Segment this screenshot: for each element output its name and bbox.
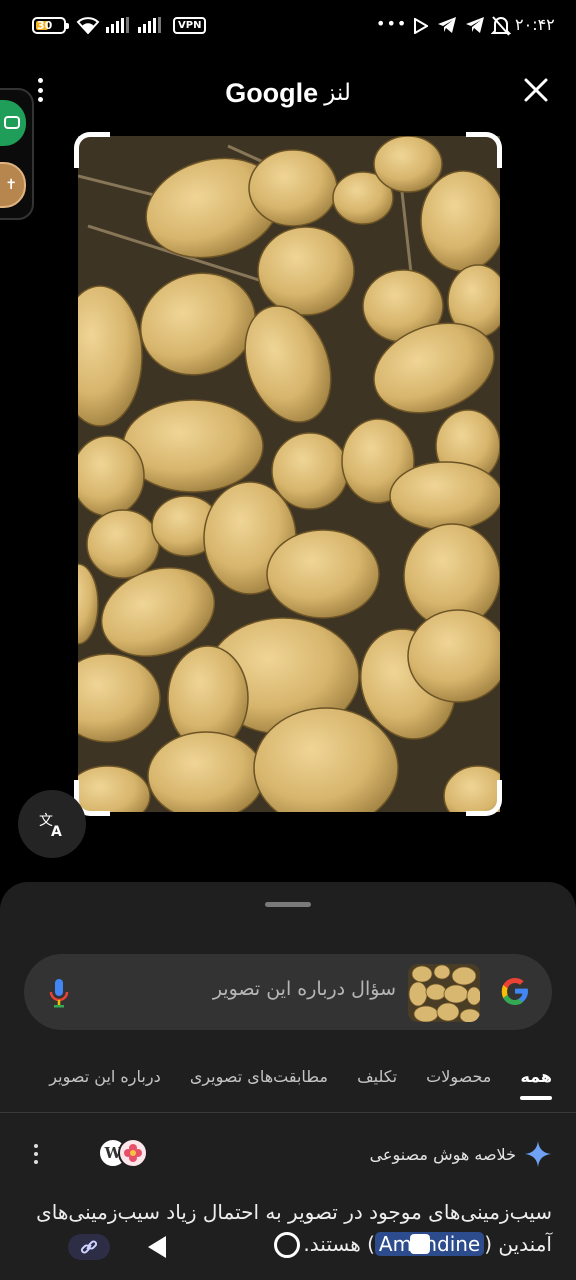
tab-visual-matches[interactable]: مطابقت‌های تصویری [178, 1060, 340, 1100]
search-image-thumbnail[interactable] [408, 964, 480, 1022]
crop-handle-bottom-right[interactable] [466, 780, 502, 816]
title-google-text: Google [225, 77, 319, 108]
ai-text-part2: ) هستند. [303, 1232, 375, 1256]
status-bar: 30 VPN ••• ۲۰:۴۲ [0, 0, 576, 52]
telegram-icon-2 [466, 17, 484, 33]
battery-icon: 30 [32, 17, 69, 34]
tab-about-image[interactable]: درباره این تصویر [37, 1060, 172, 1100]
page-title: لنز Google [188, 72, 388, 114]
mic-icon[interactable] [48, 978, 70, 1008]
search-placeholder[interactable]: سؤال درباره این تصویر [213, 978, 396, 1000]
translate-button[interactable]: 文 A [18, 790, 86, 858]
search-bar[interactable]: سؤال درباره این تصویر [24, 954, 552, 1030]
wifi-icon [76, 17, 100, 34]
clock: ۲۰:۴۲ [515, 15, 555, 34]
link-icon [80, 1240, 98, 1254]
tab-products[interactable]: محصولات [414, 1060, 503, 1100]
ai-overview-title: خلاصه هوش مصنوعی [369, 1144, 516, 1164]
sparkle-icon [525, 1141, 551, 1167]
signal-icon-2 [138, 17, 161, 33]
results-sheet[interactable]: سؤال درباره این تصویر همه محصولات تکلیف … [0, 882, 576, 1280]
link-chip[interactable] [68, 1234, 110, 1260]
translate-icon: 文 A [39, 813, 62, 838]
crop-handle-top-left[interactable] [74, 132, 110, 168]
nav-recents-button[interactable] [410, 1234, 430, 1254]
nav-home-button[interactable] [274, 1232, 300, 1258]
nav-back-icon[interactable] [146, 1234, 168, 1260]
title-lens-text: لنز [324, 80, 351, 106]
google-g-icon [501, 978, 528, 1005]
results-tabs: همه محصولات تکلیف مطابقت‌های تصویری دربا… [0, 1060, 576, 1112]
vpn-badge: VPN [173, 17, 207, 34]
flower-source-icon[interactable] [118, 1138, 148, 1168]
more-notifications-icon: ••• [376, 14, 408, 33]
mute-bell-icon [491, 16, 511, 36]
signal-icon [106, 17, 129, 33]
ai-more-options-button[interactable] [34, 1144, 40, 1164]
ai-sources[interactable]: W [98, 1138, 152, 1168]
ai-overview-header: خلاصه هوش مصنوعی [370, 1140, 552, 1168]
telegram-icon [438, 17, 456, 33]
crop-handle-top-right[interactable] [466, 132, 502, 168]
tab-all[interactable]: همه [508, 1060, 576, 1100]
close-button[interactable] [520, 74, 552, 106]
battery-level: 30 [37, 19, 53, 32]
tabs-divider [0, 1112, 576, 1113]
search-image[interactable] [78, 136, 500, 812]
drag-handle[interactable] [265, 902, 311, 907]
play-store-icon [414, 18, 428, 34]
tab-homework[interactable]: تکلیف [345, 1060, 409, 1100]
svg-text:A: A [51, 824, 62, 838]
